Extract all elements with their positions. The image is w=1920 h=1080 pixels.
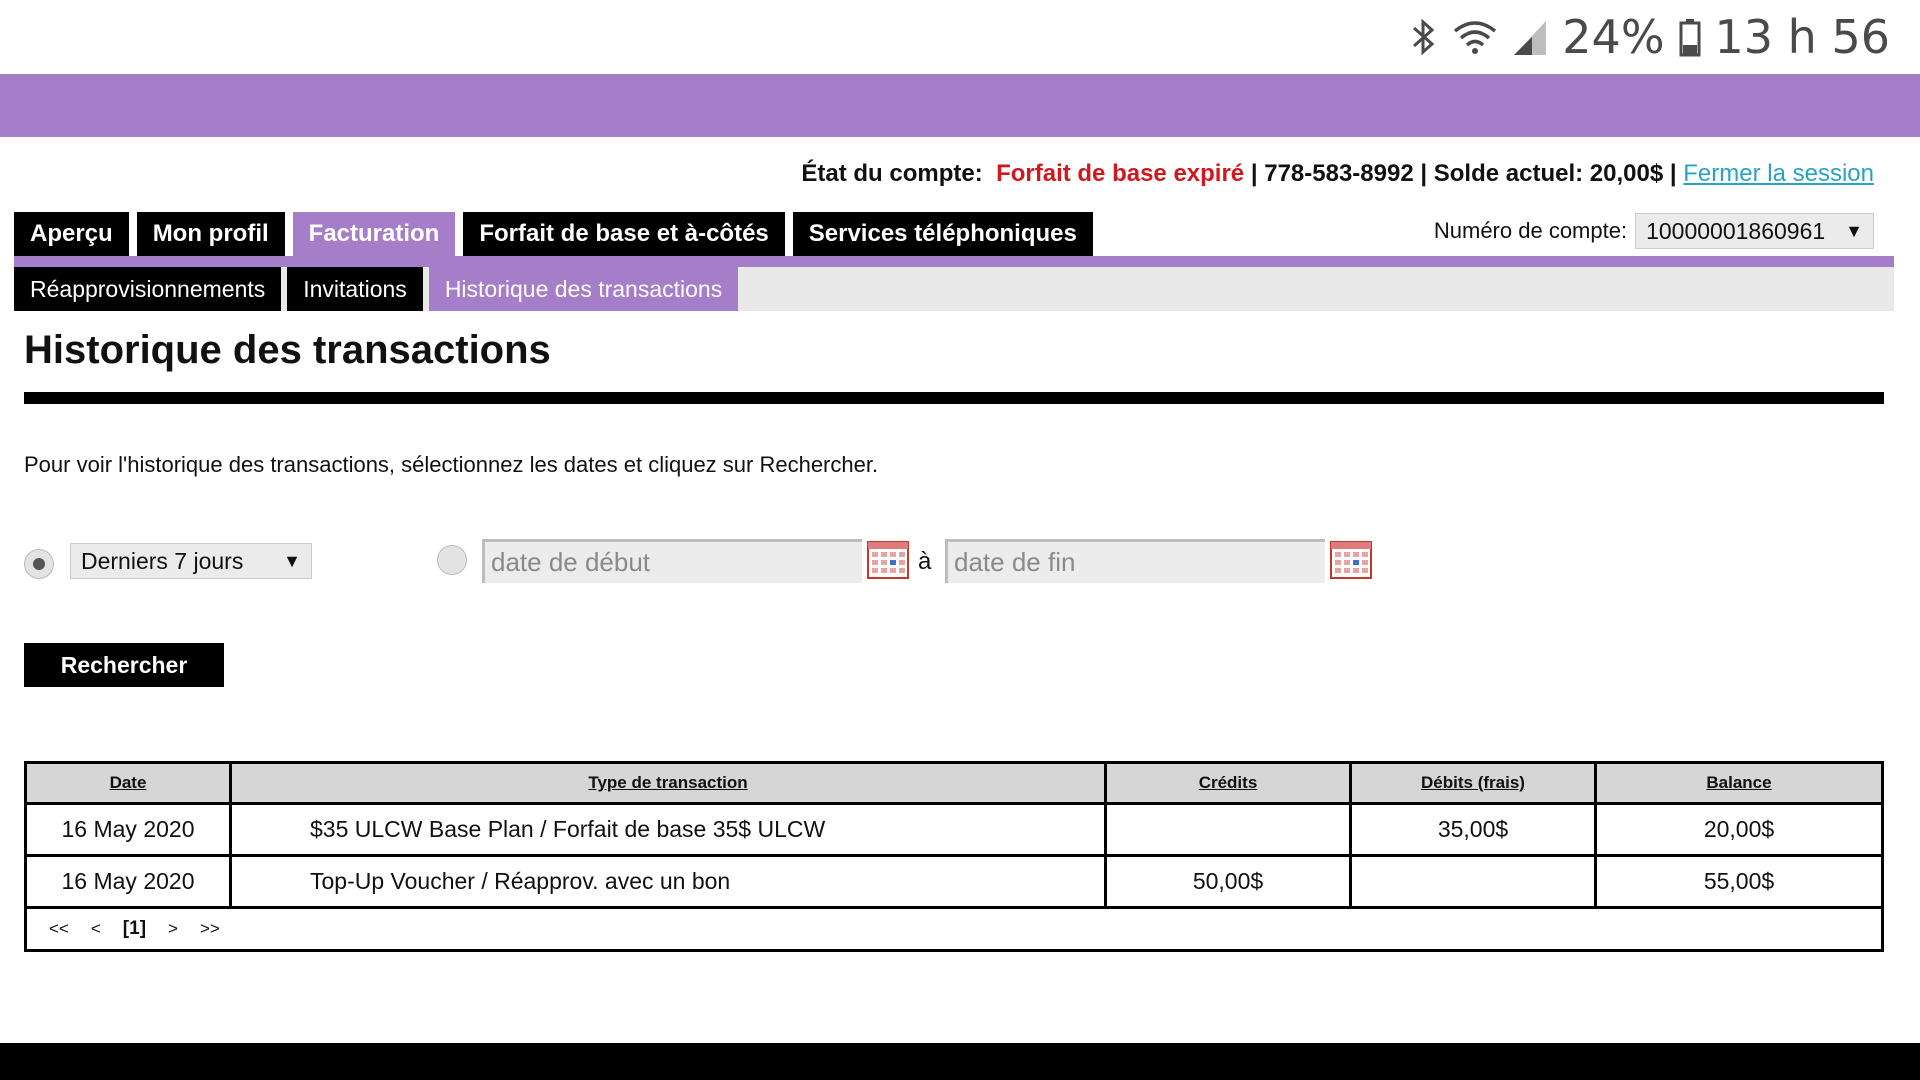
account-status-label: État du compte: [801, 160, 983, 187]
tab-forfait-de-base[interactable]: Forfait de base et à-côtés [463, 212, 785, 256]
logout-link[interactable]: Fermer la session [1683, 160, 1874, 187]
subtab-historique[interactable]: Historique des transactions [428, 267, 739, 311]
footer-bar [0, 1043, 1920, 1080]
radio-custom-range[interactable] [437, 545, 467, 575]
separator: | [1250, 160, 1265, 187]
dropdown-arrow-icon: ▼ [283, 550, 301, 571]
start-date-input[interactable] [482, 539, 862, 583]
radio-preset-range[interactable] [24, 549, 54, 579]
pager-prev[interactable]: < [91, 919, 101, 939]
to-label: à [918, 548, 932, 575]
status-bar: 24% 13 h 56 [0, 0, 1920, 72]
clock: 13 h 56 [1714, 10, 1890, 64]
status-icons: 24% 13 h 56 [1408, 6, 1890, 68]
bluetooth-icon [1408, 17, 1438, 57]
account-number-select[interactable]: 10000001860961 ▼ [1635, 213, 1874, 249]
search-button[interactable]: Rechercher [24, 643, 224, 687]
pager-current[interactable]: [1] [123, 918, 146, 940]
table-row: 16 May 2020 Top-Up Voucher / Réapprov. a… [27, 854, 1881, 909]
phone-number: 778-583-8992 [1264, 160, 1414, 187]
account-status-line: État du compte: Forfait de base expiré |… [801, 160, 1874, 188]
column-header-balance[interactable]: Balance [1594, 764, 1881, 805]
calendar-icon[interactable] [1330, 539, 1372, 579]
cell-balance: 55,00$ [1594, 854, 1881, 909]
tab-mon-profil[interactable]: Mon profil [136, 212, 285, 256]
tab-facturation[interactable]: Facturation [292, 212, 456, 256]
cell-credits [1104, 802, 1352, 857]
end-date-input[interactable] [945, 539, 1325, 583]
range-select[interactable]: Derniers 7 jours ▼ [70, 543, 312, 579]
column-header-type[interactable]: Type de transaction [229, 764, 1107, 805]
table-header-row: Date Type de transaction Crédits Débits … [27, 764, 1881, 805]
subtab-invitations[interactable]: Invitations [287, 267, 423, 311]
sub-navigation: Réapprovisionnements Invitations Histori… [14, 267, 739, 311]
pagination: << < [1] > >> [27, 909, 1881, 949]
table-row: 16 May 2020 $35 ULCW Base Plan / Forfait… [27, 802, 1881, 857]
cell-credits: 50,00$ [1104, 854, 1352, 909]
dropdown-arrow-icon: ▼ [1845, 220, 1863, 241]
instructions-text: Pour voir l'historique des transactions,… [24, 452, 879, 477]
account-status-value: Forfait de base expiré [996, 160, 1245, 187]
cell-date: 16 May 2020 [27, 854, 232, 909]
account-number-picker: Numéro de compte: 10000001860961 ▼ [1434, 213, 1874, 249]
battery-percent: 24% [1562, 10, 1665, 64]
column-header-debits[interactable]: Débits (frais) [1349, 764, 1597, 805]
tab-services-telephoniques[interactable]: Services téléphoniques [792, 212, 1093, 256]
column-header-credits[interactable]: Crédits [1104, 764, 1352, 805]
pager-first[interactable]: << [49, 919, 69, 939]
cell-type: Top-Up Voucher / Réapprov. avec un bon [229, 854, 1107, 909]
separator: | [1420, 160, 1434, 187]
cell-debits [1349, 854, 1597, 909]
calendar-icon[interactable] [867, 539, 909, 579]
radio-selected-dot [33, 558, 45, 570]
pager-next[interactable]: > [168, 919, 178, 939]
range-select-value: Derniers 7 jours [81, 547, 244, 574]
current-balance: Solde actuel: 20,00$ [1433, 160, 1664, 187]
cell-balance: 20,00$ [1594, 802, 1881, 857]
signal-icon [1512, 17, 1548, 57]
battery-icon [1679, 17, 1701, 57]
wifi-icon [1452, 17, 1498, 57]
subtab-reapprovisionnements[interactable]: Réapprovisionnements [14, 267, 282, 311]
pager-last[interactable]: >> [200, 919, 220, 939]
tab-underline [14, 256, 1894, 267]
transactions-table: Date Type de transaction Crédits Débits … [24, 761, 1884, 952]
separator: | [1669, 160, 1684, 187]
page-title: Historique des transactions [24, 328, 551, 372]
main-navigation: Aperçu Mon profil Facturation Forfait de… [14, 212, 1093, 256]
title-divider [24, 392, 1884, 404]
cell-date: 16 May 2020 [27, 802, 232, 857]
header-banner [0, 74, 1920, 137]
account-number-label: Numéro de compte: [1433, 218, 1628, 243]
cell-type: $35 ULCW Base Plan / Forfait de base 35$… [229, 802, 1107, 857]
column-header-date[interactable]: Date [27, 764, 232, 805]
account-number-value: 10000001860961 [1646, 217, 1826, 244]
tab-apercu[interactable]: Aperçu [14, 212, 129, 256]
cell-debits: 35,00$ [1349, 802, 1597, 857]
